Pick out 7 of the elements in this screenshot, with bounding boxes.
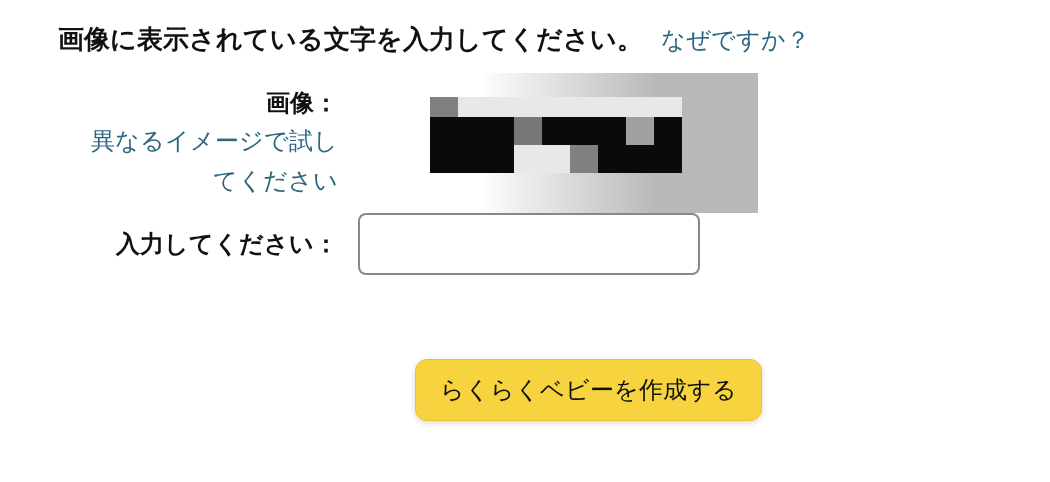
try-another-image-link[interactable]: 異なるイメージで試してください <box>88 121 338 201</box>
answer-label: 入力してください： <box>116 229 338 260</box>
instruction-heading: 画像に表示されている文字を入力してください。 <box>58 23 643 56</box>
create-button[interactable]: らくらくベビーを作成する <box>414 359 762 421</box>
image-label: 画像： <box>266 88 338 119</box>
answer-field[interactable] <box>358 213 700 275</box>
why-link[interactable]: なぜですか？ <box>661 24 810 56</box>
